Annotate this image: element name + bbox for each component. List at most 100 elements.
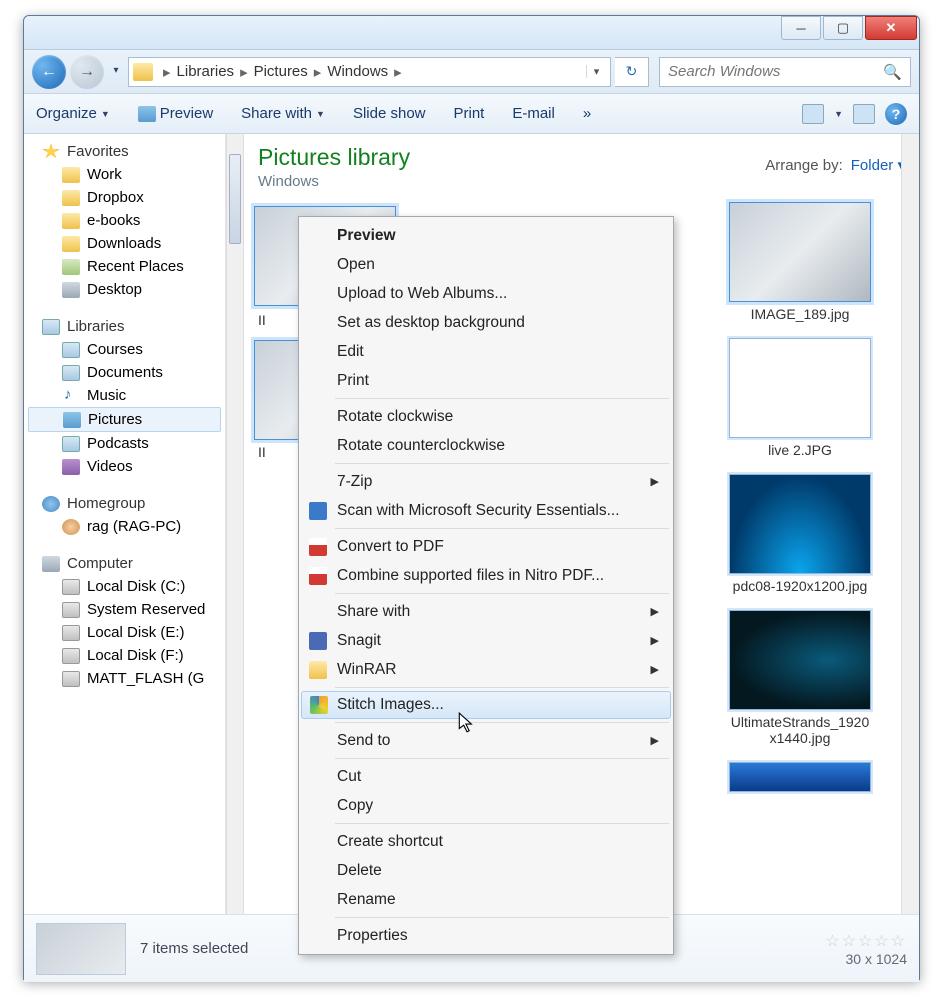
breadcrumb[interactable]: ▸ Libraries ▸ Pictures ▸ Windows ▸ ▾ xyxy=(128,57,611,87)
sidebar-item-sysres[interactable]: System Reserved xyxy=(24,598,225,621)
menu-item-label: WinRAR xyxy=(337,661,396,679)
help-icon[interactable]: ? xyxy=(885,103,907,125)
menu-separator xyxy=(335,758,669,759)
breadcrumb-item[interactable]: Pictures xyxy=(254,63,308,80)
video-icon xyxy=(62,459,80,475)
sidebar-scrollbar[interactable] xyxy=(226,134,244,914)
sidebar-item-pictures[interactable]: Pictures xyxy=(28,407,221,432)
menu-item[interactable]: Properties xyxy=(301,921,671,950)
menu-item[interactable]: WinRAR▶ xyxy=(301,655,671,684)
menu-item-label: Print xyxy=(337,372,369,390)
preview-pane-icon[interactable] xyxy=(853,104,875,124)
refresh-button[interactable]: ↻ xyxy=(615,57,649,87)
sidebar-item-downloads[interactable]: Downloads xyxy=(24,232,225,255)
maximize-button[interactable]: ▢ xyxy=(823,16,863,40)
menu-item[interactable]: Preview xyxy=(301,221,671,250)
sidebar-item-music[interactable]: Music xyxy=(24,384,225,407)
sidebar-item-drive-c[interactable]: Local Disk (C:) xyxy=(24,575,225,598)
menu-item[interactable]: Stitch Images... xyxy=(301,691,671,719)
back-button[interactable]: ← xyxy=(32,55,66,89)
search-box[interactable]: 🔍 xyxy=(659,57,911,87)
snag-icon xyxy=(309,632,327,650)
menu-item[interactable]: Cut xyxy=(301,762,671,791)
menu-item[interactable]: Share with▶ xyxy=(301,597,671,626)
arrange-by-value[interactable]: Folder ▾ xyxy=(851,156,905,174)
sidebar-item-drive-f[interactable]: Local Disk (F:) xyxy=(24,644,225,667)
sidebar-item-dropbox[interactable]: Dropbox xyxy=(24,186,225,209)
sidebar-item-podcasts[interactable]: Podcasts xyxy=(24,432,225,455)
rating-stars[interactable]: ☆☆☆☆☆ xyxy=(825,931,907,951)
organize-menu[interactable]: Organize▼ xyxy=(36,105,110,122)
sidebar-item-drive-e[interactable]: Local Disk (E:) xyxy=(24,621,225,644)
nav-history-dropdown[interactable]: ▾ xyxy=(108,65,124,79)
file-item[interactable]: UltimateStrands_1920x1440.jpg xyxy=(727,610,873,746)
drive-icon xyxy=(62,671,80,687)
menu-item[interactable]: Delete xyxy=(301,856,671,885)
menu-item-label: Snagit xyxy=(337,632,381,650)
menu-item-label: Delete xyxy=(337,862,382,880)
sidebar-homegroup-header[interactable]: Homegroup xyxy=(24,492,225,515)
menu-item[interactable]: Open xyxy=(301,250,671,279)
drive-icon xyxy=(62,648,80,664)
menu-item-label: Create shortcut xyxy=(337,833,443,851)
menu-item-label: Properties xyxy=(337,927,408,945)
sidebar-item-videos[interactable]: Videos xyxy=(24,455,225,478)
menu-item[interactable]: Set as desktop background xyxy=(301,308,671,337)
view-icon[interactable] xyxy=(802,104,824,124)
sidebar-item-courses[interactable]: Courses xyxy=(24,338,225,361)
preview-button[interactable]: Preview xyxy=(138,105,213,122)
menu-item[interactable]: Rotate clockwise xyxy=(301,402,671,431)
sidebar-item-work[interactable]: Work xyxy=(24,163,225,186)
menu-item[interactable]: Upload to Web Albums... xyxy=(301,279,671,308)
sidebar-favorites-header[interactable]: Favorites xyxy=(24,140,225,163)
menu-item[interactable]: Scan with Microsoft Security Essentials.… xyxy=(301,496,671,525)
forward-button[interactable]: → xyxy=(70,55,104,89)
thumbnail xyxy=(729,338,871,438)
menu-item[interactable]: Rename xyxy=(301,885,671,914)
breadcrumb-dropdown[interactable]: ▾ xyxy=(586,65,606,78)
share-menu[interactable]: Share with▼ xyxy=(241,105,325,122)
menu-item[interactable]: Snagit▶ xyxy=(301,626,671,655)
view-dropdown[interactable]: ▼ xyxy=(834,109,843,119)
file-name: live 2.JPG xyxy=(768,442,832,458)
context-menu: PreviewOpenUpload to Web Albums...Set as… xyxy=(298,216,674,955)
menu-item-label: Stitch Images... xyxy=(337,696,444,714)
file-item[interactable] xyxy=(727,762,873,792)
sidebar-item-desktop[interactable]: Desktop xyxy=(24,278,225,301)
minimize-button[interactable]: ─ xyxy=(781,16,821,40)
file-item[interactable]: pdc08-1920x1200.jpg xyxy=(727,474,873,594)
library-title: Pictures library xyxy=(258,144,410,171)
scrollbar-thumb[interactable] xyxy=(229,154,241,244)
content-scrollbar[interactable] xyxy=(901,134,919,914)
sidebar-libraries-header[interactable]: Libraries xyxy=(24,315,225,338)
menu-item[interactable]: Send to▶ xyxy=(301,726,671,755)
menu-item[interactable]: Print xyxy=(301,366,671,395)
close-button[interactable]: ✕ xyxy=(865,16,917,40)
sidebar-item-rag[interactable]: rag (RAG-PC) xyxy=(24,515,225,538)
sidebar-item-ebooks[interactable]: e-books xyxy=(24,209,225,232)
file-item[interactable]: IMAGE_189.jpg xyxy=(727,202,873,322)
menu-item[interactable]: Edit xyxy=(301,337,671,366)
print-button[interactable]: Print xyxy=(454,105,485,122)
menu-item[interactable]: Combine supported files in Nitro PDF... xyxy=(301,561,671,590)
sidebar-computer-header[interactable]: Computer xyxy=(24,552,225,575)
menu-item[interactable]: Rotate counterclockwise xyxy=(301,431,671,460)
sidebar-item-recent[interactable]: Recent Places xyxy=(24,255,225,278)
menu-item[interactable]: Convert to PDF xyxy=(301,532,671,561)
menu-item[interactable]: Copy xyxy=(301,791,671,820)
breadcrumb-item[interactable]: Libraries xyxy=(177,63,235,80)
music-icon xyxy=(62,388,80,404)
menu-item[interactable]: 7-Zip▶ xyxy=(301,467,671,496)
sidebar-item-documents[interactable]: Documents xyxy=(24,361,225,384)
more-button[interactable]: » xyxy=(583,105,591,122)
chevron-right-icon: ▸ xyxy=(308,63,328,81)
breadcrumb-item[interactable]: Windows xyxy=(327,63,388,80)
file-item[interactable]: live 2.JPG xyxy=(727,338,873,458)
sidebar-item-flash[interactable]: MATT_FLASH (G xyxy=(24,667,225,690)
chevron-right-icon: ▸ xyxy=(388,63,408,81)
search-input[interactable] xyxy=(668,63,883,80)
email-button[interactable]: E-mail xyxy=(512,105,555,122)
folder-icon xyxy=(62,236,80,252)
slideshow-button[interactable]: Slide show xyxy=(353,105,426,122)
menu-item[interactable]: Create shortcut xyxy=(301,827,671,856)
